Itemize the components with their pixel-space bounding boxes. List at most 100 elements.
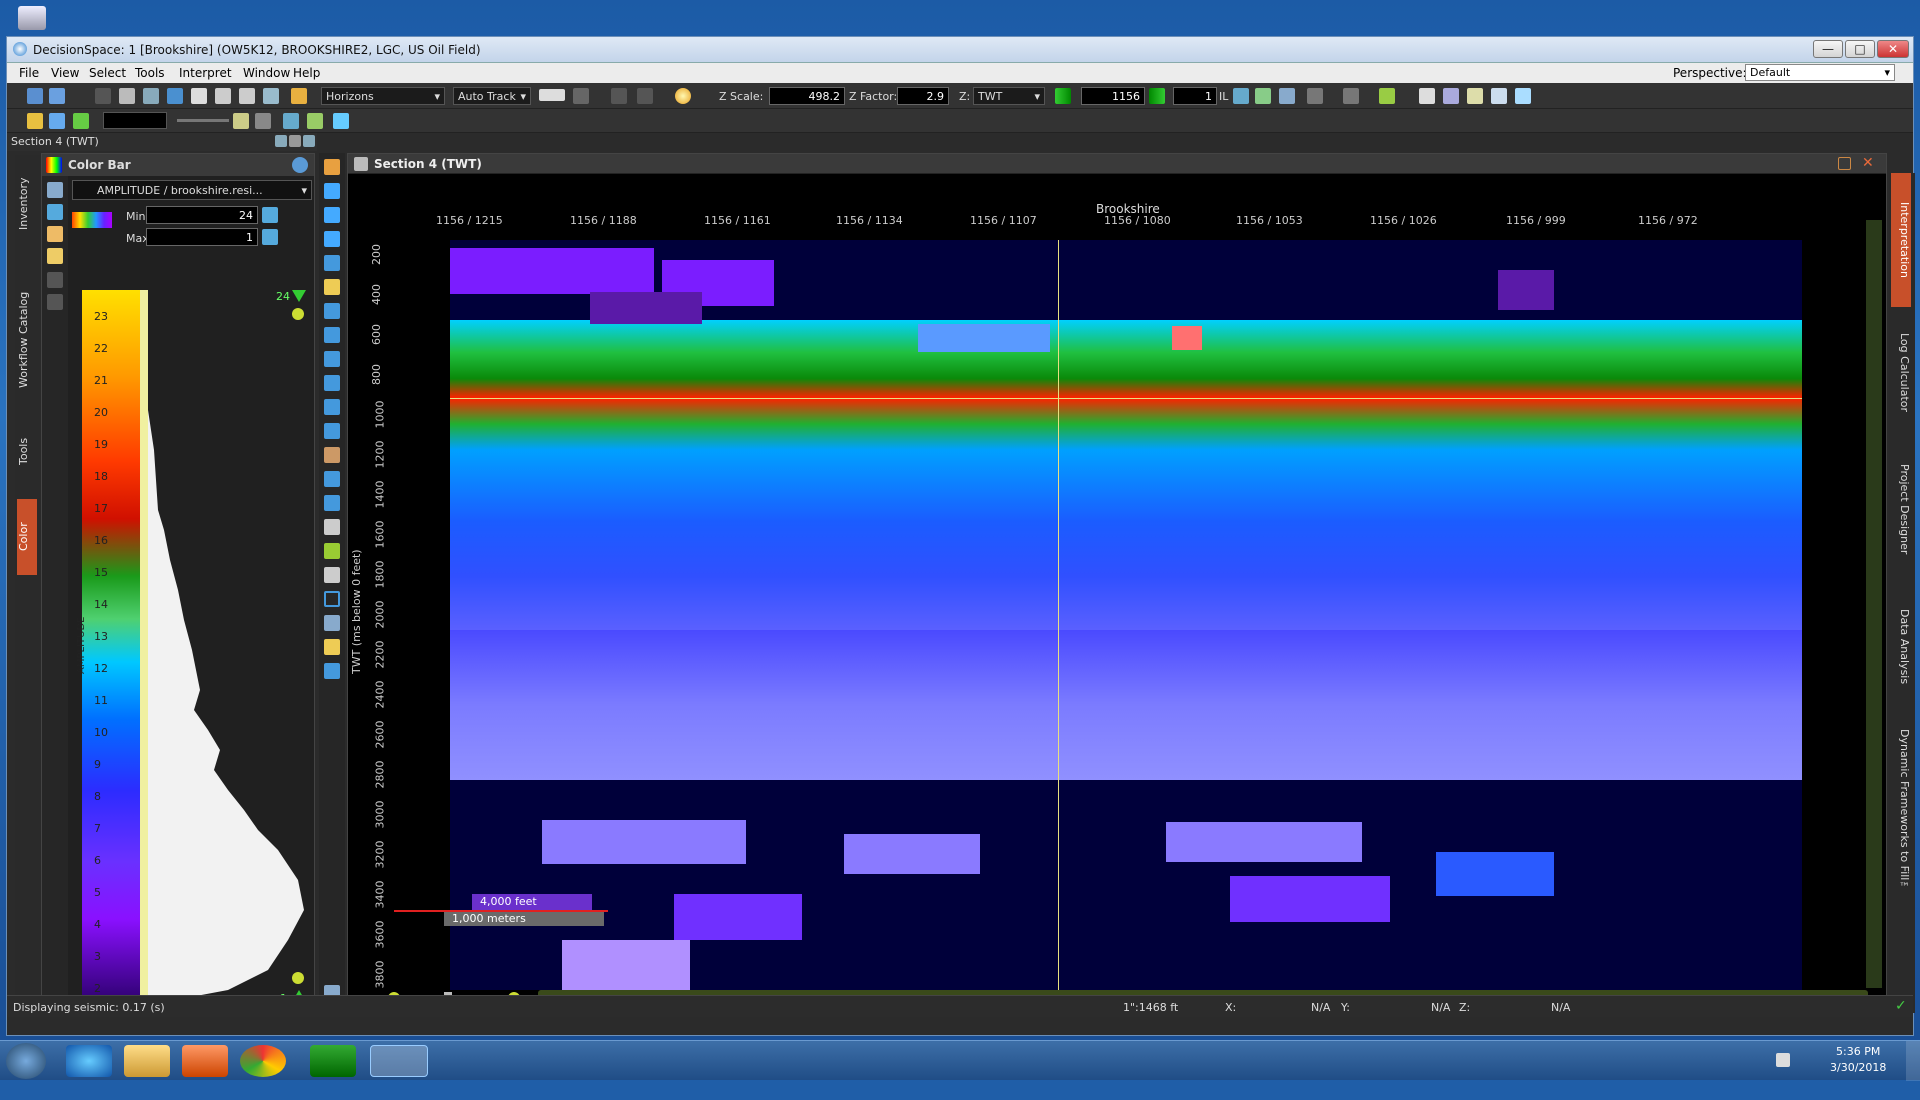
decisionspace-taskbar-icon[interactable] <box>370 1045 428 1077</box>
lock-icon[interactable] <box>119 88 135 104</box>
new-icon[interactable] <box>27 88 43 104</box>
tab-tools[interactable]: Tools <box>17 423 37 479</box>
colormap-thumbnail[interactable] <box>72 212 112 228</box>
zfactor-input[interactable]: 2.9 <box>897 87 949 105</box>
undo-icon[interactable] <box>611 88 627 104</box>
perspective-select[interactable]: Default ▾ <box>1745 64 1895 81</box>
copy-icon[interactable] <box>143 88 159 104</box>
display-icon[interactable] <box>1491 88 1507 104</box>
erase-tool-icon[interactable] <box>324 351 340 367</box>
recycle-bin-icon[interactable] <box>18 6 46 30</box>
menu-file[interactable]: File <box>19 66 39 80</box>
undo-icon[interactable] <box>47 272 63 288</box>
capture-tool-icon[interactable] <box>324 615 340 631</box>
layers-icon[interactable] <box>573 88 589 104</box>
seismic-canvas[interactable] <box>450 240 1802 990</box>
monitor-icon[interactable] <box>263 88 279 104</box>
document-icon[interactable] <box>47 248 63 264</box>
crosshair-icon[interactable] <box>283 113 299 129</box>
bookmark-icon[interactable] <box>1307 88 1323 104</box>
max-input[interactable]: 1 <box>146 228 258 246</box>
panel-float-icon[interactable] <box>303 135 315 147</box>
screen-icon[interactable] <box>1515 88 1531 104</box>
tab-log-calculator[interactable]: Log Calculator <box>1891 321 1911 425</box>
target-tool-icon[interactable] <box>324 543 340 559</box>
pick-tool-icon[interactable] <box>324 303 340 319</box>
layer-tool-icon[interactable] <box>324 423 340 439</box>
tab-inventory[interactable]: Inventory <box>17 161 37 247</box>
track-tool-icon[interactable] <box>324 471 340 487</box>
menu-window[interactable]: Window <box>243 66 290 80</box>
marker-tool-icon[interactable] <box>324 639 340 655</box>
maximize-button[interactable]: □ <box>1845 40 1875 58</box>
chart-icon[interactable] <box>49 113 65 129</box>
start-button[interactable] <box>6 1043 46 1079</box>
print-icon[interactable] <box>215 88 231 104</box>
pan-tool-icon[interactable] <box>324 207 340 223</box>
pencil-icon[interactable] <box>291 88 307 104</box>
min-input[interactable]: 24 <box>146 206 258 224</box>
grid-icon[interactable] <box>1467 88 1483 104</box>
rotate-tool-icon[interactable] <box>324 231 340 247</box>
color-picker-field[interactable] <box>103 112 167 129</box>
tab-dynamic-frameworks[interactable]: Dynamic Frameworks to Fill™ <box>1891 721 1911 901</box>
min-refresh-icon[interactable] <box>262 207 278 223</box>
max-refresh-icon[interactable] <box>262 229 278 245</box>
seed-tool-icon[interactable] <box>324 399 340 415</box>
refresh-icon[interactable] <box>47 204 63 220</box>
volume-icon[interactable] <box>1776 1053 1790 1067</box>
taskbar-time[interactable]: 5:36 PM <box>1836 1045 1880 1058</box>
tile-icon[interactable] <box>1443 88 1459 104</box>
tab-workflow-catalog[interactable]: Workflow Catalog <box>17 273 37 407</box>
navigate-icon[interactable] <box>1279 88 1295 104</box>
measure-icon[interactable] <box>167 88 183 104</box>
close-button[interactable]: ✕ <box>1877 40 1909 58</box>
redo-icon[interactable] <box>637 88 653 104</box>
polygon-tool-icon[interactable] <box>324 327 340 343</box>
stamp-tool-icon[interactable] <box>324 567 340 583</box>
brush-tool-icon[interactable] <box>324 495 340 511</box>
menu-select[interactable]: Select <box>89 66 126 80</box>
palette-icon[interactable] <box>47 226 63 242</box>
title-bar[interactable]: DecisionSpace: 1 [Brookshire] (OW5K12, B… <box>7 37 1913 63</box>
list-icon[interactable] <box>255 113 271 129</box>
menu-interpret[interactable]: Interpret <box>179 66 232 80</box>
previous-line-icon[interactable] <box>1055 88 1071 104</box>
select-icon[interactable] <box>27 113 43 129</box>
paint-tool-icon[interactable] <box>324 447 340 463</box>
file-explorer-icon[interactable] <box>124 1045 170 1077</box>
show-desktop-button[interactable] <box>1906 1041 1920 1081</box>
z-domain-select[interactable]: TWT ▾ <box>973 87 1045 105</box>
fault-tool-icon[interactable] <box>324 255 340 271</box>
tab-color[interactable]: Color <box>17 499 37 575</box>
tab-interpretation[interactable]: Interpretation <box>1891 173 1911 307</box>
home-icon[interactable] <box>1255 88 1271 104</box>
dots-tool-icon[interactable] <box>324 663 340 679</box>
camera-icon[interactable] <box>239 88 255 104</box>
inline-number-input[interactable]: 1156 <box>1081 87 1145 105</box>
menu-tools[interactable]: Tools <box>135 66 165 80</box>
help-icon[interactable] <box>292 157 308 173</box>
magic-icon[interactable] <box>1379 88 1395 104</box>
rectangle-tool-icon[interactable] <box>324 591 340 607</box>
attribute-select[interactable]: AMPLITUDE / brookshire.resi... ▾ <box>72 180 312 200</box>
next-line-icon[interactable] <box>1149 88 1165 104</box>
tab-data-analysis[interactable]: Data Analysis <box>1891 597 1911 697</box>
menu-help[interactable]: Help <box>293 66 320 80</box>
filter-icon[interactable] <box>73 113 89 129</box>
open-icon[interactable] <box>49 88 65 104</box>
zoom-tool-icon[interactable] <box>324 183 340 199</box>
panel-pin-icon[interactable] <box>289 135 301 147</box>
taskbar-date[interactable]: 3/30/2018 <box>1830 1061 1886 1074</box>
menu-view[interactable]: View <box>51 66 79 80</box>
window-icon[interactable] <box>1419 88 1435 104</box>
snap-tool-icon[interactable] <box>324 375 340 391</box>
horizon-tool-icon[interactable] <box>324 279 340 295</box>
media-player-icon[interactable] <box>182 1045 228 1077</box>
auto-track-select[interactable]: Auto Track ▾ <box>453 87 531 105</box>
pin-icon[interactable] <box>307 113 323 129</box>
panel-menu-icon[interactable] <box>275 135 287 147</box>
close-icon[interactable]: ✕ <box>1862 155 1874 171</box>
zoom-in-bottom-icon[interactable] <box>292 972 304 984</box>
split-icon[interactable] <box>333 113 349 129</box>
